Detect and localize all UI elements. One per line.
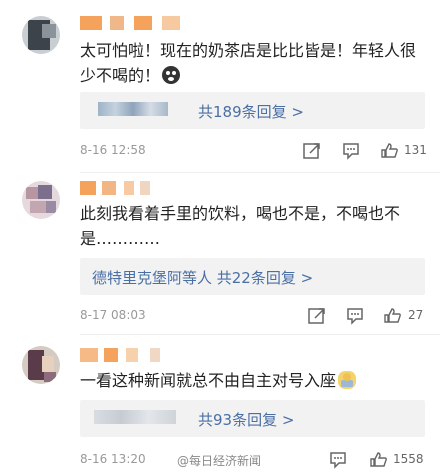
comment-1: 太可怕啦！现在的奶茶店是比比皆是！年轻人很少不喝的！ 共189条回复 > 8-1… <box>0 0 440 170</box>
scared-emoji-icon <box>162 66 181 84</box>
avatar[interactable] <box>22 346 60 384</box>
comment-feed: { "comments": [ { "text": "太可怕啦！现在的奶茶店是比… <box>0 0 440 469</box>
share-icon[interactable] <box>302 141 322 161</box>
avatar[interactable] <box>22 16 60 54</box>
comment-meta: 8-16 13:20 @每日经济新闻 1558 <box>80 450 425 470</box>
like-icon[interactable] <box>380 141 400 161</box>
replies-box[interactable]: 共189条回复 > <box>80 92 425 129</box>
like-icon[interactable] <box>369 450 389 470</box>
timestamp: 8-17 08:03 <box>80 308 146 322</box>
timestamp: 8-16 13:20 <box>80 452 146 466</box>
replies-box[interactable]: 德特里克堡阿等人 共22条回复 > <box>80 258 425 295</box>
comment-icon[interactable] <box>345 306 365 326</box>
avatar[interactable] <box>22 181 60 219</box>
timestamp: 8-16 12:58 <box>80 143 146 157</box>
blurred-reply-user <box>94 410 176 424</box>
replies-link[interactable]: 共189条回复 > <box>198 101 304 122</box>
comment-icon[interactable] <box>341 141 361 161</box>
like-icon[interactable] <box>383 306 403 326</box>
comment-meta: 8-16 12:58 131 <box>80 141 427 161</box>
comment-meta: 8-17 08:03 27 <box>80 306 425 326</box>
like-count: 1558 <box>393 452 424 466</box>
comment-text: 一看这种新闻就总不由自主对号入座 <box>80 368 425 393</box>
replies-link[interactable]: 德特里克堡阿等人 共22条回复 > <box>92 267 313 288</box>
blurred-reply-user <box>98 102 168 116</box>
replies-link[interactable]: 共93条回复 > <box>198 409 294 430</box>
username-blurred[interactable] <box>80 348 170 364</box>
like-count: 131 <box>404 143 427 157</box>
comment-text-content: 一看这种新闻就总不由自主对号入座 <box>80 371 337 390</box>
comment-text-content: 太可怕啦！现在的奶茶店是比比皆是！年轻人很少不喝的！ <box>80 41 417 85</box>
comment-text: 太可怕啦！现在的奶茶店是比比皆是！年轻人很少不喝的！ <box>80 38 425 88</box>
comment-icon[interactable] <box>328 450 348 470</box>
comment-text: 此刻我看着手里的饮料，喝也不是，不喝也不是………… <box>80 204 401 248</box>
comment-3: 一看这种新闻就总不由自主对号入座 共93条回复 > 8-16 13:20 @每日… <box>0 334 440 469</box>
comment-2: 此刻我看着手里的饮料，喝也不是，不喝也不是………… 德特里克堡阿等人 共22条回… <box>0 172 440 334</box>
username-blurred[interactable] <box>80 181 160 197</box>
replies-box[interactable]: 共93条回复 > <box>80 400 425 437</box>
username-blurred[interactable] <box>80 16 190 32</box>
watermark: @每日经济新闻 <box>177 454 262 468</box>
share-icon[interactable] <box>307 306 327 326</box>
facepalm-emoji-icon <box>338 371 357 389</box>
like-count: 27 <box>408 308 424 322</box>
